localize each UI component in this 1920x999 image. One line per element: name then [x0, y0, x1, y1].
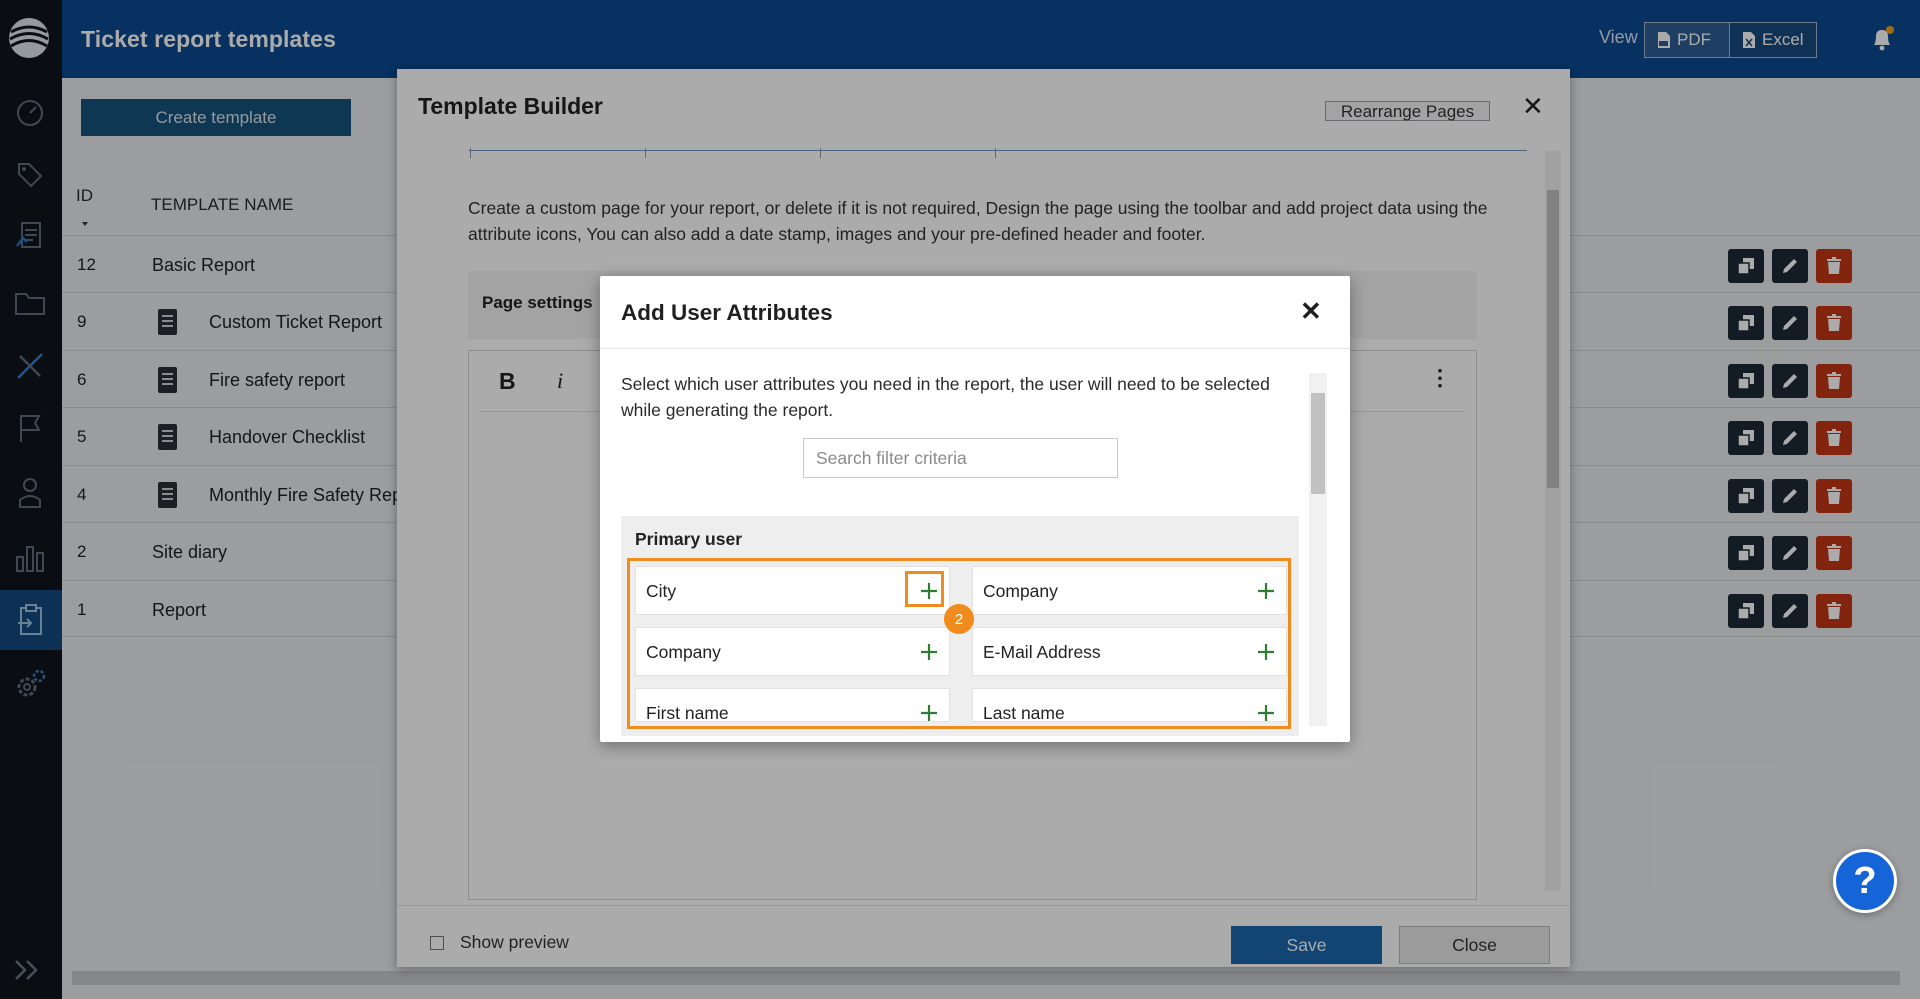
highlight-attributes-group [627, 558, 1291, 729]
add-user-attributes-title: Add User Attributes [621, 300, 833, 325]
step-badge: 2 [944, 604, 974, 634]
attributes-scrollbar[interactable] [1309, 373, 1327, 726]
header-divider [600, 348, 1350, 349]
search-filter-input[interactable] [803, 438, 1118, 478]
help-button[interactable]: ? [1833, 849, 1897, 913]
section-title: Primary user [635, 529, 743, 549]
instructions-text: Select which user attributes you need in… [621, 374, 1270, 420]
scrollbar-thumb[interactable] [1311, 393, 1325, 494]
highlight-add-city-button [905, 571, 944, 607]
close-icon[interactable]: ✕ [1300, 296, 1322, 327]
